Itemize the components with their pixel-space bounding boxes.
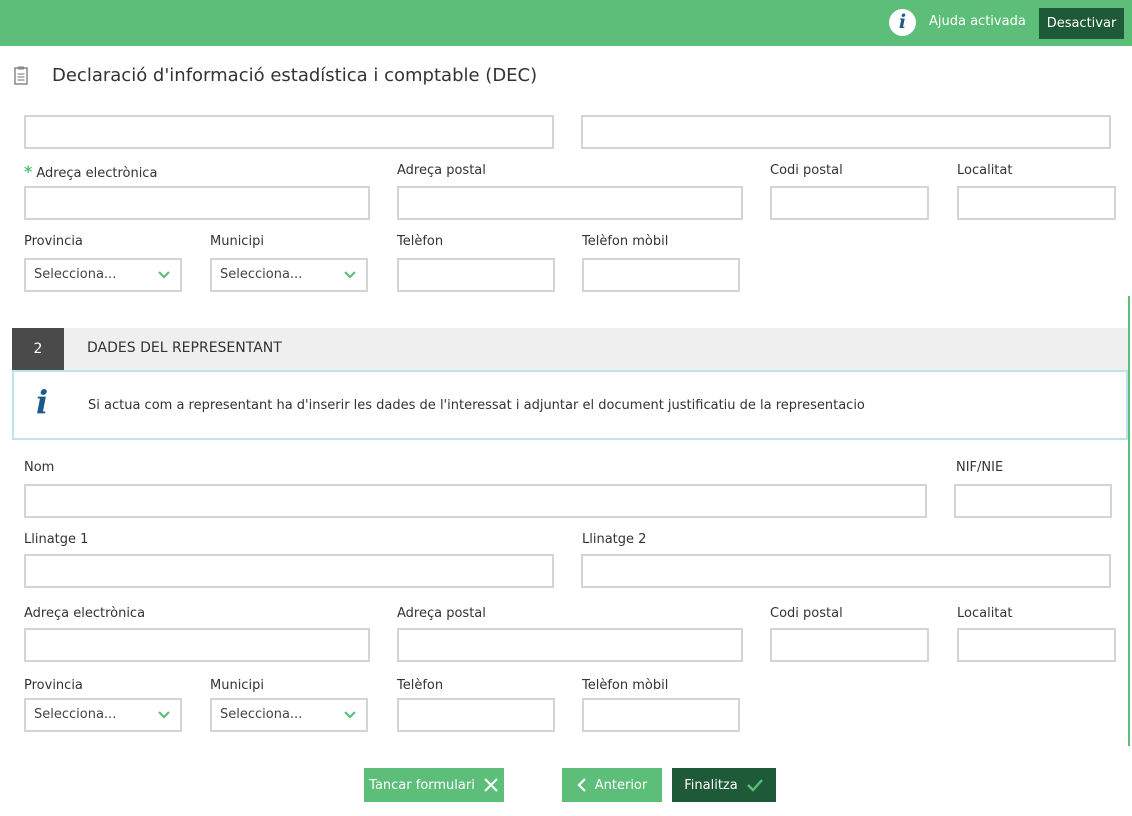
email-label: Adreça electrònica [24,606,146,621]
close-form-button[interactable]: Tancar formulari [364,768,504,802]
locality-label: Localitat [957,606,1013,621]
deactivate-help-button[interactable]: Desactivar [1039,8,1124,39]
info-icon: i [889,9,916,36]
surname1-field-partial[interactable] [24,115,554,149]
postal-code-field[interactable] [770,628,929,662]
footer-actions: Tancar formulari Anterior Finalitza [0,746,1132,816]
phone-label: Telèfon [397,234,444,249]
postal-address-label: Adreça postal [397,163,486,178]
municipality-select-value: Selecciona... [220,707,303,722]
phone-field[interactable] [397,258,555,292]
province-label: Provincia [24,678,83,693]
phone-label: Telèfon [397,678,444,693]
chevron-down-icon [158,271,170,279]
chevron-left-icon [577,778,586,792]
cut-off-label [24,106,84,111]
postal-address-field[interactable] [397,186,743,220]
page-title: Declaració d'informació estadística i co… [52,65,538,86]
municipality-label: Municipi [210,234,264,249]
municipality-select-value: Selecciona... [220,267,303,282]
email-field[interactable] [24,186,370,220]
chevron-down-icon [344,711,356,719]
page-header: Declaració d'informació estadística i co… [0,46,1132,106]
check-icon [746,779,763,792]
name-field[interactable] [24,484,927,518]
municipality-label: Municipi [210,678,264,693]
form-area: * Adreça electrònica Adreça postal Codi p… [0,106,1132,746]
surname2-field[interactable] [581,554,1111,588]
province-select[interactable]: Selecciona... [24,698,182,732]
cut-off-label [581,106,641,111]
mobile-field[interactable] [582,698,740,732]
mobile-field[interactable] [582,258,740,292]
mobile-label: Telèfon mòbil [582,234,669,249]
surname1-field[interactable] [24,554,554,588]
previous-label: Anterior [594,777,648,793]
postal-address-field[interactable] [397,628,743,662]
name-label: Nom [24,460,55,475]
surname1-label: Llinatge 1 [24,532,89,547]
help-status: Ajuda activada [929,14,1026,29]
locality-label: Localitat [957,163,1013,178]
locality-field[interactable] [957,628,1116,662]
nif-field[interactable] [954,484,1112,518]
postal-code-label: Codi postal [770,606,843,621]
province-select[interactable]: Selecciona... [24,258,182,292]
section-border [1128,296,1130,746]
surname2-field-partial[interactable] [581,115,1111,149]
email-field[interactable] [24,628,370,662]
info-text: Si actua com a representant ha d'inserir… [88,398,865,413]
postal-address-label: Adreça postal [397,606,486,621]
finish-button[interactable]: Finalitza [672,768,776,802]
close-icon [484,778,498,792]
email-label: * Adreça electrònica [24,162,158,181]
postal-code-field[interactable] [770,186,929,220]
chevron-down-icon [344,271,356,279]
municipality-select[interactable]: Selecciona... [210,698,368,732]
province-select-value: Selecciona... [34,267,117,282]
municipality-select[interactable]: Selecciona... [210,258,368,292]
close-form-label: Tancar formulari [369,777,475,793]
top-bar: i Ajuda activada Desactivar [0,0,1132,46]
nif-label: NIF/NIE [956,460,1004,475]
required-marker: * [24,162,33,181]
section-header: 2 DADES DEL REPRESENTANT [12,328,1128,370]
document-icon [14,66,28,85]
info-icon: i [36,383,49,421]
chevron-down-icon [158,711,170,719]
previous-button[interactable]: Anterior [562,768,662,802]
province-select-value: Selecciona... [34,707,117,722]
locality-field[interactable] [957,186,1116,220]
finish-label: Finalitza [684,777,738,793]
section-title: DADES DEL REPRESENTANT [87,340,282,356]
info-message: i Si actua com a representant ha d'inser… [12,370,1128,440]
surname2-label: Llinatge 2 [582,532,647,547]
phone-field[interactable] [397,698,555,732]
province-label: Provincia [24,234,83,249]
postal-code-label: Codi postal [770,163,843,178]
section-number: 2 [12,328,64,370]
mobile-label: Telèfon mòbil [582,678,669,693]
